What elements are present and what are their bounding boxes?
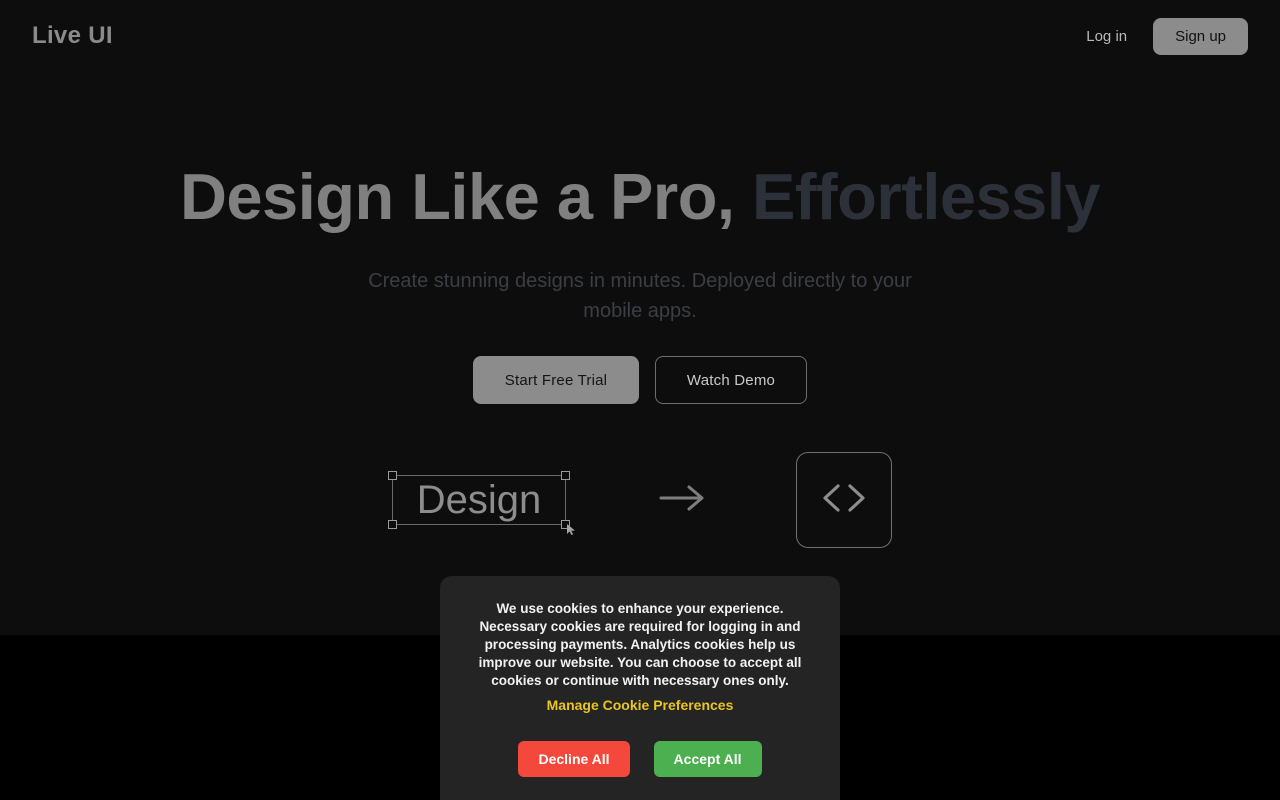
brand-logo[interactable]: Live UI [32, 24, 113, 48]
page-title: Design Like a Pro, Effortlessly [0, 160, 1280, 235]
hero-section: Live UI Log in Sign up Design Like a Pro… [0, 0, 1280, 635]
start-free-trial-button[interactable]: Start Free Trial [473, 356, 639, 404]
site-header: Live UI Log in Sign up [0, 0, 1280, 72]
accept-all-button[interactable]: Accept All [653, 741, 762, 777]
design-to-code-illustration: Design [0, 440, 1280, 560]
cookie-action-group: Decline All Accept All [468, 741, 812, 777]
design-label: Design [416, 478, 542, 522]
decline-all-button[interactable]: Decline All [518, 741, 630, 777]
code-output-box[interactable] [796, 452, 892, 548]
cursor-arrow-icon [566, 523, 577, 538]
primary-nav: Log in Sign up [1084, 17, 1248, 55]
hero-cta-group: Start Free Trial Watch Demo [0, 356, 1280, 404]
page-title-main: Design Like a Pro, [179, 160, 735, 233]
selection-handle-bottom-left-icon[interactable] [388, 520, 397, 529]
watch-demo-button[interactable]: Watch Demo [655, 356, 807, 404]
login-link[interactable]: Log in [1084, 25, 1129, 48]
hero-subtitle: Create stunning designs in minutes. Depl… [368, 270, 912, 322]
manage-cookie-preferences-link[interactable]: Manage Cookie Preferences [547, 697, 734, 713]
arrow-right-icon [658, 483, 708, 518]
signup-button[interactable]: Sign up [1153, 17, 1248, 55]
selection-handle-top-left-icon[interactable] [388, 471, 397, 480]
cookie-consent-text: We use cookies to enhance your experienc… [478, 601, 802, 688]
page-title-accent: Effortlessly [752, 160, 1101, 233]
selection-handle-top-right-icon[interactable] [561, 471, 570, 480]
code-brackets-icon [818, 481, 870, 520]
design-selection-group[interactable]: Design [388, 471, 575, 535]
cookie-consent-banner: We use cookies to enhance your experienc… [440, 576, 840, 800]
